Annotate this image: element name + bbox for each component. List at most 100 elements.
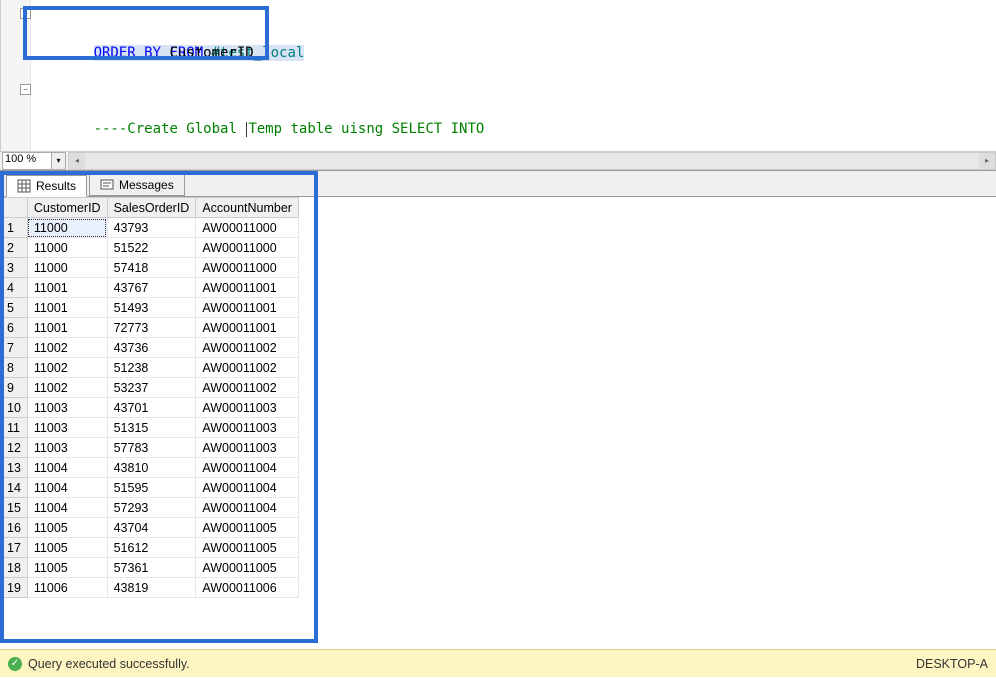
cell-salesorderid[interactable]: 51493 <box>107 298 196 318</box>
table-row[interactable]: 161100543704AW00011005 <box>1 518 299 538</box>
cell-salesorderid[interactable]: 51315 <box>107 418 196 438</box>
rownum-cell[interactable]: 17 <box>1 538 28 558</box>
cell-accountnumber[interactable]: AW00011000 <box>196 238 299 258</box>
cell-accountnumber[interactable]: AW00011003 <box>196 418 299 438</box>
cell-salesorderid[interactable]: 57293 <box>107 498 196 518</box>
cell-customerid[interactable]: 11000 <box>27 258 107 278</box>
cell-accountnumber[interactable]: AW00011002 <box>196 358 299 378</box>
cell-accountnumber[interactable]: AW00011000 <box>196 258 299 278</box>
table-row[interactable]: 121100357783AW00011003 <box>1 438 299 458</box>
cell-accountnumber[interactable]: AW00011001 <box>196 278 299 298</box>
table-row[interactable]: 101100343701AW00011003 <box>1 398 299 418</box>
rownum-cell[interactable]: 10 <box>1 398 28 418</box>
cell-salesorderid[interactable]: 43793 <box>107 218 196 238</box>
rownum-cell[interactable]: 1 <box>1 218 28 238</box>
cell-accountnumber[interactable]: AW00011005 <box>196 538 299 558</box>
cell-salesorderid[interactable]: 51522 <box>107 238 196 258</box>
cell-accountnumber[interactable]: AW00011002 <box>196 378 299 398</box>
cell-salesorderid[interactable]: 51612 <box>107 538 196 558</box>
table-row[interactable]: 41100143767AW00011001 <box>1 278 299 298</box>
rownum-cell[interactable]: 15 <box>1 498 28 518</box>
scroll-left-icon[interactable]: ◂ <box>69 153 85 169</box>
cell-salesorderid[interactable]: 57361 <box>107 558 196 578</box>
col-salesorderid[interactable]: SalesOrderID <box>107 198 196 218</box>
cell-customerid[interactable]: 11005 <box>27 538 107 558</box>
cell-customerid[interactable]: 11002 <box>27 338 107 358</box>
rownum-cell[interactable]: 13 <box>1 458 28 478</box>
sql-editor[interactable]: − SELECT * FROM #test_local ORDER BY Cus… <box>0 0 996 151</box>
cell-salesorderid[interactable]: 43701 <box>107 398 196 418</box>
table-row[interactable]: 81100251238AW00011002 <box>1 358 299 378</box>
cell-salesorderid[interactable]: 43819 <box>107 578 196 598</box>
table-row[interactable]: 181100557361AW00011005 <box>1 558 299 578</box>
rownum-cell[interactable]: 6 <box>1 318 28 338</box>
cell-customerid[interactable]: 11004 <box>27 478 107 498</box>
rownum-cell[interactable]: 14 <box>1 478 28 498</box>
results-grid[interactable]: CustomerID SalesOrderID AccountNumber 11… <box>0 197 996 649</box>
col-customerid[interactable]: CustomerID <box>27 198 107 218</box>
rownum-cell[interactable]: 19 <box>1 578 28 598</box>
rownum-cell[interactable]: 9 <box>1 378 28 398</box>
cell-accountnumber[interactable]: AW00011001 <box>196 298 299 318</box>
tab-results[interactable]: Results <box>6 175 87 197</box>
cell-salesorderid[interactable]: 51238 <box>107 358 196 378</box>
rownum-cell[interactable]: 12 <box>1 438 28 458</box>
cell-accountnumber[interactable]: AW00011002 <box>196 338 299 358</box>
table-row[interactable]: 91100253237AW00011002 <box>1 378 299 398</box>
cell-accountnumber[interactable]: AW00011004 <box>196 498 299 518</box>
code-content[interactable]: − SELECT * FROM #test_local ORDER BY Cus… <box>31 0 996 101</box>
cell-accountnumber[interactable]: AW00011004 <box>196 478 299 498</box>
cell-customerid[interactable]: 11003 <box>27 398 107 418</box>
cell-salesorderid[interactable]: 43704 <box>107 518 196 538</box>
cell-customerid[interactable]: 11003 <box>27 418 107 438</box>
cell-customerid[interactable]: 11000 <box>27 238 107 258</box>
cell-salesorderid[interactable]: 57783 <box>107 438 196 458</box>
table-row[interactable]: 131100443810AW00011004 <box>1 458 299 478</box>
cell-accountnumber[interactable]: AW00011000 <box>196 218 299 238</box>
cell-salesorderid[interactable]: 43810 <box>107 458 196 478</box>
table-row[interactable]: 141100451595AW00011004 <box>1 478 299 498</box>
cell-customerid[interactable]: 11001 <box>27 278 107 298</box>
cell-customerid[interactable]: 11005 <box>27 518 107 538</box>
cell-accountnumber[interactable]: AW00011003 <box>196 398 299 418</box>
cell-customerid[interactable]: 11005 <box>27 558 107 578</box>
cell-customerid[interactable]: 11002 <box>27 378 107 398</box>
rownum-cell[interactable]: 7 <box>1 338 28 358</box>
horizontal-scrollbar[interactable]: ◂ ▸ <box>68 152 996 170</box>
cell-salesorderid[interactable]: 43767 <box>107 278 196 298</box>
cell-accountnumber[interactable]: AW00011004 <box>196 458 299 478</box>
cell-customerid[interactable]: 11001 <box>27 318 107 338</box>
cell-accountnumber[interactable]: AW00011006 <box>196 578 299 598</box>
rownum-cell[interactable]: 4 <box>1 278 28 298</box>
table-row[interactable]: 31100057418AW00011000 <box>1 258 299 278</box>
cell-accountnumber[interactable]: AW00011005 <box>196 518 299 538</box>
rownum-cell[interactable]: 5 <box>1 298 28 318</box>
cell-salesorderid[interactable]: 53237 <box>107 378 196 398</box>
scroll-right-icon[interactable]: ▸ <box>979 153 995 169</box>
tab-messages[interactable]: Messages <box>89 174 185 196</box>
table-row[interactable]: 191100643819AW00011006 <box>1 578 299 598</box>
rownum-cell[interactable]: 8 <box>1 358 28 378</box>
cell-salesorderid[interactable]: 72773 <box>107 318 196 338</box>
rownum-cell[interactable]: 18 <box>1 558 28 578</box>
table-row[interactable]: 71100243736AW00011002 <box>1 338 299 358</box>
table-row[interactable]: 111100351315AW00011003 <box>1 418 299 438</box>
cell-customerid[interactable]: 11000 <box>27 218 107 238</box>
rownum-cell[interactable]: 11 <box>1 418 28 438</box>
table-row[interactable]: 51100151493AW00011001 <box>1 298 299 318</box>
table-row[interactable]: 11100043793AW00011000 <box>1 218 299 238</box>
table-row[interactable]: 21100051522AW00011000 <box>1 238 299 258</box>
rownum-cell[interactable]: 2 <box>1 238 28 258</box>
cell-customerid[interactable]: 11004 <box>27 498 107 518</box>
rownum-cell[interactable]: 3 <box>1 258 28 278</box>
fold-toggle-icon[interactable]: − <box>20 8 31 19</box>
cell-accountnumber[interactable]: AW00011001 <box>196 318 299 338</box>
cell-salesorderid[interactable]: 51595 <box>107 478 196 498</box>
cell-customerid[interactable]: 11006 <box>27 578 107 598</box>
cell-customerid[interactable]: 11003 <box>27 438 107 458</box>
col-accountnumber[interactable]: AccountNumber <box>196 198 299 218</box>
cell-customerid[interactable]: 11001 <box>27 298 107 318</box>
cell-salesorderid[interactable]: 57418 <box>107 258 196 278</box>
fold-toggle-icon[interactable]: − <box>20 84 31 95</box>
cell-accountnumber[interactable]: AW00011003 <box>196 438 299 458</box>
